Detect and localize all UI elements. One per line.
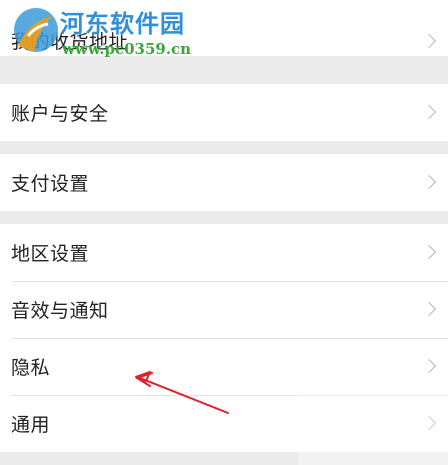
site-watermark: 河东软件园 www.pc0359.cn [0, 0, 210, 62]
site-logo-icon [14, 8, 58, 52]
watermark-url: www.pc0359.cn [62, 40, 192, 58]
watermark-site-name: 河东软件园 [60, 10, 185, 38]
red-annotation-arrow-icon [135, 371, 229, 414]
